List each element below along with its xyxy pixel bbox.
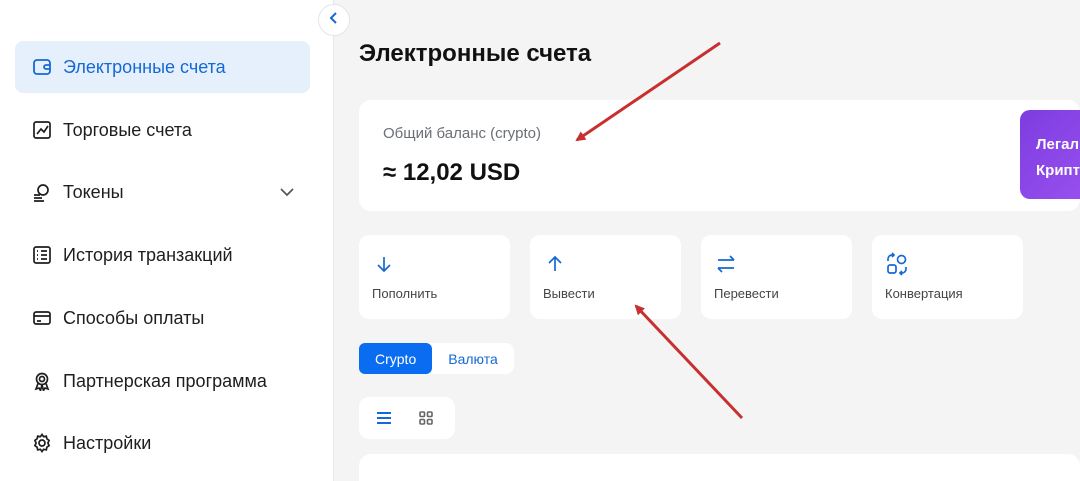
sidebar-item-trading-accounts[interactable]: Торговые счета (15, 104, 310, 156)
action-label: Вывести (543, 286, 595, 301)
sidebar-item-payment-methods[interactable]: Способы оплаты (15, 292, 310, 344)
transfer-button[interactable]: Перевести (701, 235, 852, 319)
sidebar-item-label: Настройки (63, 432, 152, 453)
sidebar-item-settings[interactable]: Настройки (15, 417, 310, 469)
sidebar-item-label: Торговые счета (63, 119, 192, 140)
balance-value: ≈ 12,02 USD (383, 159, 521, 186)
balance-card: Общий баланс (crypto) ≈ 12,02 USD (359, 100, 1080, 211)
promo-line-1: Легал (1036, 136, 1079, 153)
list-view-icon[interactable] (373, 407, 395, 429)
chevron-left-icon (327, 11, 341, 30)
sidebar-item-label: Способы оплаты (63, 307, 205, 328)
promo-banner[interactable]: Легал Крипт (1020, 110, 1080, 199)
sidebar-item-label: История транзакций (63, 244, 233, 265)
convert-button[interactable]: Конвертация (872, 235, 1023, 319)
sidebar-item-tokens[interactable]: Токены (15, 166, 310, 218)
deposit-button[interactable]: Пополнить (359, 235, 510, 319)
grid-view-icon[interactable] (415, 407, 437, 429)
wallet-icon (31, 56, 53, 78)
arrow-down-icon (371, 251, 397, 277)
arrow-up-icon (542, 251, 568, 277)
gear-icon (31, 432, 53, 454)
sidebar: Электронные счета Торговые счета Токены … (0, 0, 334, 481)
convert-icon (884, 251, 910, 277)
award-icon (31, 370, 53, 392)
action-label: Конвертация (885, 286, 963, 301)
sidebar-item-label: Электронные счета (63, 56, 226, 77)
list-icon (31, 244, 53, 266)
action-label: Пополнить (372, 286, 438, 301)
accounts-list-card (359, 454, 1080, 481)
sidebar-item-partner-program[interactable]: Партнерская программа (15, 355, 310, 407)
coins-icon (31, 181, 53, 203)
transfer-icon (713, 251, 739, 277)
sidebar-item-label: Токены (63, 181, 124, 202)
tab-crypto[interactable]: Crypto (359, 343, 433, 374)
promo-line-2: Крипт (1036, 162, 1080, 179)
currency-tabs: Crypto Валюта (359, 343, 514, 374)
sidebar-collapse-button[interactable] (318, 4, 350, 36)
sidebar-item-label: Партнерская программа (63, 370, 267, 391)
chart-icon (31, 119, 53, 141)
action-label: Перевести (714, 286, 779, 301)
page-title: Электронные счета (359, 40, 592, 67)
view-toggle (359, 397, 455, 439)
tab-currency[interactable]: Валюта (432, 343, 514, 374)
annotation-arrow-withdraw (634, 304, 744, 420)
sidebar-item-transactions[interactable]: История транзакций (15, 229, 310, 281)
sidebar-item-e-accounts[interactable]: Электронные счета (15, 41, 310, 93)
withdraw-button[interactable]: Вывести (530, 235, 681, 319)
chevron-down-icon[interactable] (278, 183, 296, 206)
card-icon (31, 307, 53, 329)
balance-label: Общий баланс (crypto) (383, 125, 541, 142)
